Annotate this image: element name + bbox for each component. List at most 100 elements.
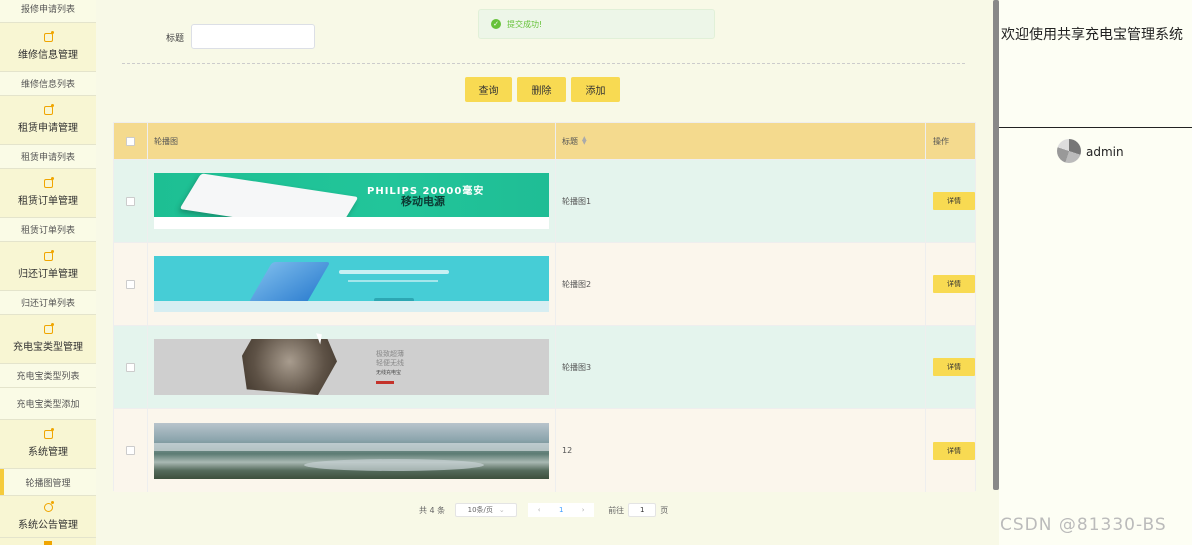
query-button[interactable]: 查询	[465, 77, 512, 102]
sidebar-item-label: 租赁订单列表	[20, 226, 75, 236]
username[interactable]: admin	[1086, 145, 1124, 159]
goto-label: 前往	[608, 505, 625, 515]
banner-bottom	[154, 217, 549, 229]
next-page-button[interactable]: ›	[572, 506, 594, 514]
detail-button[interactable]: 详情	[933, 275, 975, 293]
info-icon	[43, 500, 54, 512]
banner-text: 移动电源	[401, 195, 445, 208]
banner-text: 轻便无线	[376, 359, 404, 367]
select-all-checkbox[interactable]	[126, 136, 135, 146]
detail-button[interactable]: 详情	[933, 441, 975, 460]
row-checkbox[interactable]	[126, 279, 135, 289]
sidebar-group-announcement[interactable]: 系统公告管理	[0, 496, 96, 538]
sidebar-item-repair-request-list[interactable]: 报修申请列表	[0, 0, 96, 23]
sidebar-item-label: 报修申请列表	[20, 5, 75, 15]
sidebar-item-return-order-list[interactable]: 归还订单列表	[0, 291, 96, 315]
sidebar-group-label: 归还订单管理	[18, 269, 78, 280]
pagination: 共 4 条 10条/页 ⌄ ‹ 1 › 前往 1 页	[419, 503, 668, 517]
sidebar-group-system[interactable]: 系统管理	[0, 420, 96, 469]
menu-icon	[43, 177, 54, 188]
check-circle-icon: ✓	[491, 19, 501, 29]
river-graphic	[304, 458, 484, 471]
row-select-cell	[114, 243, 148, 325]
row-checkbox[interactable]	[126, 446, 135, 455]
row-checkbox[interactable]	[126, 196, 135, 206]
delete-button[interactable]: 删除	[517, 77, 566, 102]
sidebar-group-return-order[interactable]: 归还订单管理	[0, 242, 96, 291]
sidebar-item-rental-order-list[interactable]: 租赁订单列表	[0, 218, 96, 242]
header-title-label: 标题	[562, 136, 578, 146]
sidebar-item-label: 轮播图管理	[25, 478, 71, 489]
torn-paper-graphic	[242, 339, 337, 395]
pagination-total: 共 4 条	[419, 505, 446, 515]
banner-bottom	[154, 301, 549, 312]
row-select-cell	[114, 409, 148, 492]
row-image-cell	[148, 409, 556, 492]
carousel-image: 极致超薄 轻便无线 无线充电宝	[154, 339, 549, 395]
row-image-cell	[148, 243, 556, 325]
prev-page-button[interactable]: ‹	[528, 506, 550, 514]
success-toast: ✓ 提交成功!	[478, 9, 715, 39]
sidebar-group-rental-order[interactable]: 租赁订单管理	[0, 169, 96, 218]
header-title[interactable]: 标题 ▲ ▼	[556, 123, 926, 159]
page-size-value: 10条/页	[467, 506, 493, 514]
sidebar-item-powerbank-type-list[interactable]: 充电宝类型列表	[0, 364, 96, 388]
row-title: 轮播图3	[556, 326, 926, 408]
menu-icon	[43, 428, 54, 439]
sidebar-group-repair-info[interactable]: 维修信息管理	[0, 23, 96, 72]
row-checkbox[interactable]	[126, 362, 135, 372]
row-image-cell: PHILIPS 20000毫安 移动电源	[148, 160, 556, 242]
mist-graphic	[154, 442, 549, 451]
header-select-all	[114, 123, 148, 159]
banner-text-block	[339, 270, 449, 274]
table-row: 极致超薄 轻便无线 无线充电宝 轮播图3 详情	[114, 326, 975, 409]
page-number-button[interactable]: 1	[550, 506, 572, 514]
sidebar-item-label: 归还订单列表	[20, 299, 75, 309]
row-image-cell: 极致超薄 轻便无线 无线充电宝	[148, 326, 556, 408]
row-title: 12	[556, 409, 926, 492]
sidebar-group-powerbank-type[interactable]: 充电宝类型管理	[0, 315, 96, 364]
sidebar-item-rental-request-list[interactable]: 租赁申请列表	[0, 145, 96, 169]
sidebar-group-label: 租赁申请管理	[18, 123, 78, 134]
row-title: 轮播图2	[556, 243, 926, 325]
sidebar-group-label: 系统管理	[28, 447, 68, 458]
carousel-image	[154, 422, 549, 479]
sidebar-group-label: 维修信息管理	[18, 50, 78, 61]
carousel-image	[154, 256, 549, 312]
banner-text: 无线充电宝	[376, 370, 402, 376]
search-title-label: 标题	[166, 34, 185, 44]
page-size-select[interactable]: 10条/页 ⌄	[455, 503, 518, 517]
row-select-cell	[114, 326, 148, 408]
sidebar-item-label: 租赁申请列表	[20, 153, 75, 163]
banner-tag	[376, 381, 394, 384]
header-panel: 欢迎使用共享充电宝管理系统 admin	[999, 0, 1192, 545]
sidebar-item-label: 充电宝类型添加	[16, 400, 80, 410]
header-divider	[999, 127, 1192, 128]
sidebar-item-label: 充电宝类型列表	[16, 372, 80, 382]
avatar[interactable]	[1057, 139, 1081, 163]
sidebar-item-powerbank-type-add[interactable]: 充电宝类型添加	[0, 388, 96, 420]
detail-button[interactable]: 详情	[933, 358, 975, 376]
search-title-input[interactable]	[191, 24, 315, 49]
carousel-image: PHILIPS 20000毫安 移动电源	[154, 173, 549, 229]
menu-icon	[44, 541, 52, 545]
watermark: CSDN @81330-BS	[1000, 515, 1167, 535]
sidebar-group-label: 充电宝类型管理	[13, 342, 83, 353]
row-select-cell	[114, 160, 148, 242]
goto-page-input[interactable]: 1	[628, 503, 657, 517]
table-row: 轮播图2 详情	[114, 243, 975, 326]
banner-text-block	[348, 280, 438, 282]
chevron-down-icon: ⌄	[498, 506, 505, 514]
menu-icon	[43, 250, 54, 261]
divider	[122, 63, 965, 64]
main-content: 标题 ✓ 提交成功! 查询 删除 添加 轮播图 标题 ▲ ▼ 操作 PHILIPS …	[96, 0, 993, 545]
detail-button[interactable]: 详情	[933, 192, 975, 210]
carousel-table: 轮播图 标题 ▲ ▼ 操作 PHILIPS 20000毫安 移动电源 轮播图1 详情	[113, 122, 976, 492]
sort-icon[interactable]: ▲ ▼	[582, 136, 587, 146]
table-row: PHILIPS 20000毫安 移动电源 轮播图1 详情	[114, 160, 975, 243]
page-unit-label: 页	[660, 505, 669, 515]
add-button[interactable]: 添加	[571, 77, 620, 102]
sidebar-item-repair-info-list[interactable]: 维修信息列表	[0, 72, 96, 96]
sidebar-group-rental-request[interactable]: 租赁申请管理	[0, 96, 96, 145]
sidebar-item-carousel-manage[interactable]: 轮播图管理	[0, 469, 96, 496]
